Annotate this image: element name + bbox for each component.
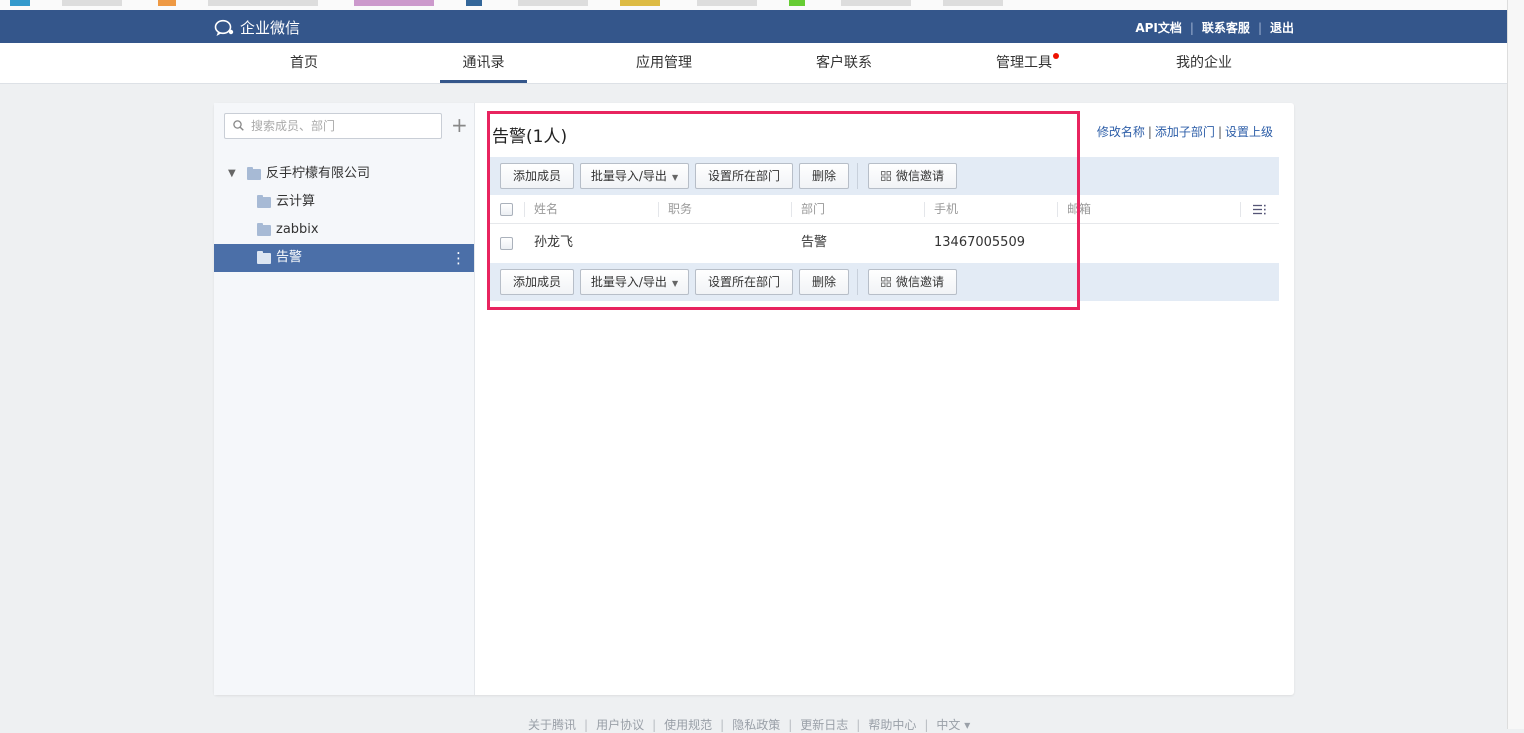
col-header-email[interactable]: 邮箱 bbox=[1067, 196, 1091, 223]
nav-home[interactable]: 首页 bbox=[270, 43, 338, 83]
bookmarks-bar bbox=[0, 0, 1507, 10]
column-divider bbox=[1057, 202, 1058, 217]
footer-link-usage-rules[interactable]: 使用规范 bbox=[664, 718, 712, 732]
search-input[interactable] bbox=[249, 116, 438, 136]
content-panel: + ▼ 反手柠檬有限公司 云计算 zabbix 告警 ⋮ 告警(1人) 修改名称… bbox=[214, 103, 1294, 695]
table-row[interactable]: 孙龙飞 告警 13467005509 bbox=[490, 224, 1279, 262]
select-all-checkbox[interactable] bbox=[500, 203, 513, 216]
tree-item-alert[interactable]: 告警 ⋮ bbox=[214, 244, 474, 272]
tree-item-cloud-computing[interactable]: 云计算 bbox=[214, 188, 474, 216]
member-department: 告警 bbox=[801, 235, 828, 250]
tree-item-label: 反手柠檬有限公司 bbox=[266, 166, 371, 181]
footer-link-user-agreement[interactable]: 用户协议 bbox=[596, 718, 644, 732]
nav-management-tools[interactable]: 管理工具 bbox=[984, 43, 1064, 83]
folder-icon bbox=[247, 167, 261, 180]
tree-item-label: zabbix bbox=[276, 222, 319, 237]
header-links: API文档 | 联系客服 | 退出 bbox=[1135, 21, 1294, 35]
add-member-button[interactable]: 添加成员 bbox=[500, 269, 574, 295]
notification-badge bbox=[1053, 53, 1059, 59]
contact-support-link[interactable]: 联系客服 bbox=[1202, 21, 1250, 35]
footer-links: 关于腾讯 | 用户协议 | 使用规范 | 隐私政策 | 更新日志 | 帮助中心 | 中文 ▾ bbox=[528, 718, 971, 732]
nav-my-enterprise[interactable]: 我的企业 bbox=[1164, 43, 1244, 83]
column-divider bbox=[1240, 202, 1241, 217]
set-department-button[interactable]: 设置所在部门 bbox=[695, 163, 793, 189]
department-sidebar: + ▼ 反手柠檬有限公司 云计算 zabbix 告警 ⋮ bbox=[214, 103, 475, 695]
nav-customer-contact[interactable]: 客户联系 bbox=[804, 43, 884, 83]
column-divider bbox=[791, 202, 792, 217]
set-parent-link[interactable]: 设置上级 bbox=[1225, 125, 1273, 139]
nav-contacts[interactable]: 通讯录 bbox=[440, 43, 527, 83]
col-header-position[interactable]: 职务 bbox=[668, 196, 692, 223]
logo[interactable]: 企业微信 bbox=[214, 17, 300, 38]
button-label: 批量导入/导出 bbox=[590, 275, 667, 289]
logo-text: 企业微信 bbox=[240, 19, 301, 37]
col-header-department[interactable]: 部门 bbox=[801, 196, 825, 223]
qr-grid-icon bbox=[880, 277, 891, 287]
toolbar-divider bbox=[857, 269, 858, 295]
collapse-arrow-icon[interactable]: ▼ bbox=[228, 160, 236, 188]
set-department-button[interactable]: 设置所在部门 bbox=[695, 269, 793, 295]
batch-import-export-button[interactable]: 批量导入/导出 ▼ bbox=[580, 269, 689, 295]
batch-import-export-button[interactable]: 批量导入/导出 ▼ bbox=[580, 163, 689, 189]
search-icon bbox=[233, 120, 244, 131]
delete-button[interactable]: 删除 bbox=[799, 163, 849, 189]
tree-item-label: 告警 bbox=[276, 250, 303, 265]
footer-language-select[interactable]: 中文 ▾ bbox=[936, 718, 970, 732]
member-toolbar-top: 添加成员 批量导入/导出 ▼ 设置所在部门 删除 微信邀请 bbox=[490, 157, 1279, 195]
footer-link-help[interactable]: 帮助中心 bbox=[868, 718, 916, 732]
department-detail: 告警(1人) 修改名称 | 添加子部门 | 设置上级 添加成员 批量导入/导出 ▼ 设置所… bbox=[475, 103, 1294, 695]
top-header: 企业微信 API文档 | 联系客服 | 退出 bbox=[0, 10, 1507, 43]
folder-icon bbox=[257, 223, 271, 236]
add-member-button[interactable]: 添加成员 bbox=[500, 163, 574, 189]
member-toolbar-bottom: 添加成员 批量导入/导出 ▼ 设置所在部门 删除 微信邀请 bbox=[490, 263, 1279, 301]
add-department-button[interactable]: + bbox=[451, 115, 468, 135]
toolbar-divider bbox=[857, 163, 858, 189]
wechat-invite-button[interactable]: 微信邀请 bbox=[868, 269, 957, 295]
wechat-invite-button[interactable]: 微信邀请 bbox=[868, 163, 957, 189]
folder-icon bbox=[257, 195, 271, 208]
member-name[interactable]: 孙龙飞 bbox=[534, 224, 573, 262]
column-divider bbox=[658, 202, 659, 217]
row-checkbox[interactable] bbox=[500, 237, 513, 250]
add-subdepartment-link[interactable]: 添加子部门 bbox=[1155, 125, 1215, 139]
column-settings-icon[interactable] bbox=[1253, 204, 1267, 215]
column-divider bbox=[924, 202, 925, 217]
wecom-logo-icon bbox=[214, 19, 234, 36]
member-phone: 13467005509 bbox=[934, 235, 1025, 250]
button-label: 批量导入/导出 bbox=[590, 169, 667, 183]
button-label: 微信邀请 bbox=[895, 275, 944, 289]
caret-down-icon: ▼ bbox=[671, 279, 679, 288]
department-title: 告警(1人) bbox=[492, 127, 568, 147]
main-nav: 首页 通讯录 应用管理 客户联系 管理工具 我的企业 bbox=[0, 43, 1507, 84]
folder-icon bbox=[257, 251, 271, 264]
column-divider bbox=[524, 202, 525, 217]
caret-down-icon: ▼ bbox=[671, 173, 679, 182]
col-header-name[interactable]: 姓名 bbox=[534, 196, 558, 223]
member-table-header: 姓名 职务 部门 手机 邮箱 bbox=[490, 196, 1279, 224]
department-actions: 修改名称 | 添加子部门 | 设置上级 bbox=[1096, 125, 1273, 139]
tree-item-root[interactable]: ▼ 反手柠檬有限公司 bbox=[214, 160, 474, 188]
tree-item-label: 云计算 bbox=[276, 194, 316, 209]
tree-item-zabbix[interactable]: zabbix bbox=[214, 216, 474, 244]
button-label: 微信邀请 bbox=[895, 169, 944, 183]
more-options-icon[interactable]: ⋮ bbox=[451, 244, 466, 272]
rename-link[interactable]: 修改名称 bbox=[1097, 125, 1145, 139]
browser-scrollbar[interactable] bbox=[1507, 0, 1524, 729]
footer-link-about[interactable]: 关于腾讯 bbox=[528, 718, 576, 732]
logout-link[interactable]: 退出 bbox=[1270, 21, 1294, 35]
search-box bbox=[224, 113, 442, 139]
footer-link-privacy[interactable]: 隐私政策 bbox=[732, 718, 780, 732]
api-docs-link[interactable]: API文档 bbox=[1135, 21, 1182, 35]
qr-grid-icon bbox=[880, 171, 891, 181]
nav-app-management[interactable]: 应用管理 bbox=[624, 43, 704, 83]
footer-link-changelog[interactable]: 更新日志 bbox=[800, 718, 848, 732]
col-header-phone[interactable]: 手机 bbox=[934, 196, 958, 223]
delete-button[interactable]: 删除 bbox=[799, 269, 849, 295]
